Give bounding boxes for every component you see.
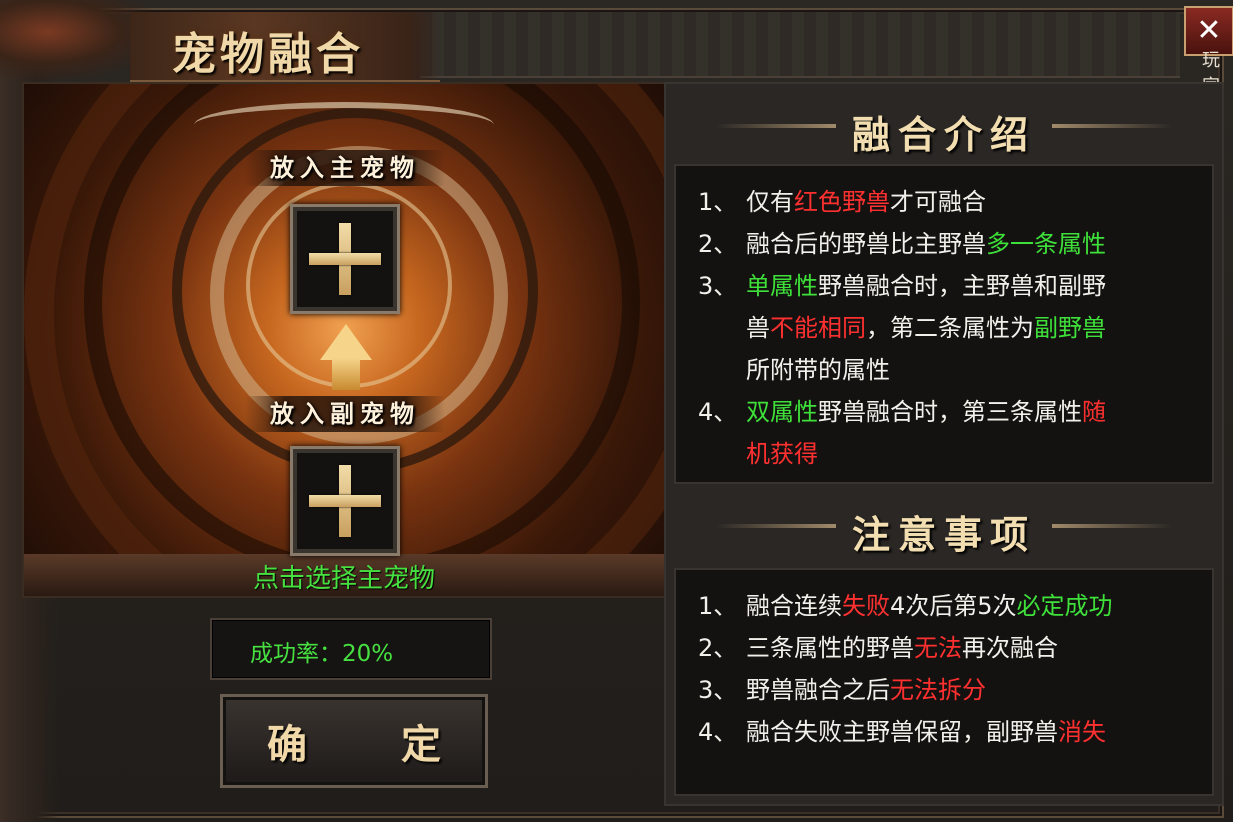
intro-line: 机获得 — [698, 434, 818, 469]
line-text: 失败 — [842, 592, 890, 620]
plus-icon — [309, 465, 381, 537]
line-number: 1、 — [698, 188, 738, 216]
line-text: 消失 — [1058, 718, 1106, 746]
intro-line: 所附带的属性 — [698, 350, 890, 385]
window-title: 宠物融合 — [172, 29, 364, 80]
intro-line: 兽不能相同，第二条属性为副野兽 — [698, 308, 1106, 343]
intro-title: 融合介绍 — [851, 112, 1036, 157]
line-text: 仅有 — [746, 188, 794, 216]
intro-line: 1、 仅有红色野兽才可融合 — [698, 182, 986, 217]
line-text: 无法 — [914, 634, 962, 662]
notes-line: 2、 三条属性的野兽无法再次融合 — [698, 628, 1058, 663]
intro-box: 1、 仅有红色野兽才可融合 2、 融合后的野兽比主野兽多一条属性 3、 单属性野兽融合时，… — [674, 164, 1214, 484]
intro-header: 融合介绍 — [666, 90, 1222, 162]
intro-line: 4、 双属性野兽融合时，第三条属性随 — [698, 392, 1106, 427]
line-text: 多一条属性 — [986, 230, 1106, 258]
line-text: 融合失败主野兽保留，副野兽 — [746, 718, 1058, 746]
line-text: 才可融合 — [890, 188, 986, 216]
intro-line: 3、 单属性野兽融合时，主野兽和副野 — [698, 266, 1106, 301]
notes-title: 注意事项 — [851, 512, 1036, 557]
notes-line: 3、 野兽融合之后无法拆分 — [698, 670, 986, 705]
sub-pet-label: 放入副宠物 — [245, 396, 445, 432]
line-text: 副野兽 — [1034, 314, 1106, 342]
fusion-altar-panel: 放入主宠物 放入副宠物 点击选择主宠物 — [22, 82, 666, 598]
line-text: 随 — [1082, 398, 1106, 426]
confirm-label: 确 定 — [267, 721, 481, 768]
line-text: 红色野兽 — [794, 188, 890, 216]
line-text: 双属性 — [746, 398, 818, 426]
select-main-pet-hint[interactable]: 点击选择主宠物 — [24, 558, 664, 595]
line-text: 三条属性的野兽 — [746, 634, 914, 662]
altar-ornament — [194, 102, 494, 148]
main-pet-label: 放入主宠物 — [245, 150, 445, 186]
pet-fusion-window: 宠物融合 ✕ 玩家 放入主宠物 放入副宠物 点击选择主宠物 成功率：20% 确 … — [0, 0, 1233, 822]
info-panel: 融合介绍 1、 仅有红色野兽才可融合 2、 融合后的野兽比主野兽多一条属性 3、 单属性野… — [664, 82, 1224, 806]
title-rail — [420, 12, 1180, 78]
line-number: 3、 — [698, 676, 738, 704]
sub-pet-slot[interactable] — [290, 446, 400, 556]
line-text: 野兽融合时，第三条属性 — [818, 398, 1082, 426]
intro-line: 2、 融合后的野兽比主野兽多一条属性 — [698, 224, 1106, 259]
notes-header: 注意事项 — [666, 490, 1222, 562]
notes-line: 4、 融合失败主野兽保留，副野兽消失 — [698, 712, 1106, 747]
line-text: ，第二条属性为 — [866, 314, 1034, 342]
line-text: 必定成功 — [1016, 592, 1113, 620]
arrow-shaft — [332, 358, 360, 390]
close-icon: ✕ — [1196, 13, 1222, 48]
line-number: 3、 — [698, 272, 738, 300]
line-text: 再次融合 — [962, 634, 1058, 662]
line-text: 所附带的属性 — [746, 356, 890, 384]
line-text: 兽 — [746, 314, 770, 342]
line-text: 不能相同 — [770, 314, 866, 342]
line-text: 野兽融合时，主野兽和副野 — [818, 272, 1106, 300]
success-rate-text: 成功率：20% — [250, 641, 394, 667]
notes-line: 1、 融合连续失败4次后第5次必定成功 — [698, 586, 1113, 621]
line-number: 2、 — [698, 230, 738, 258]
notes-box: 1、 融合连续失败4次后第5次必定成功 2、 三条属性的野兽无法再次融合 3、 野兽融合之… — [674, 568, 1214, 796]
main-pet-slot[interactable] — [290, 204, 400, 314]
line-number: 2、 — [698, 634, 738, 662]
line-text: 单属性 — [746, 272, 818, 300]
plus-icon — [309, 223, 381, 295]
line-text: 野兽融合之后 — [746, 676, 890, 704]
line-text: 融合连续 — [746, 592, 842, 620]
line-text: 融合后的野兽比主野兽 — [746, 230, 986, 258]
line-number: 4、 — [698, 718, 738, 746]
line-number: 4、 — [698, 398, 738, 426]
confirm-button[interactable]: 确 定 — [220, 694, 488, 788]
arrow-up-icon — [320, 324, 372, 360]
line-text: 机获得 — [746, 440, 818, 468]
line-text: 无法拆分 — [890, 676, 986, 704]
line-number: 1、 — [698, 592, 738, 620]
success-rate-box: 成功率：20% — [210, 618, 492, 680]
line-text: 4次后第5次 — [890, 592, 1017, 620]
